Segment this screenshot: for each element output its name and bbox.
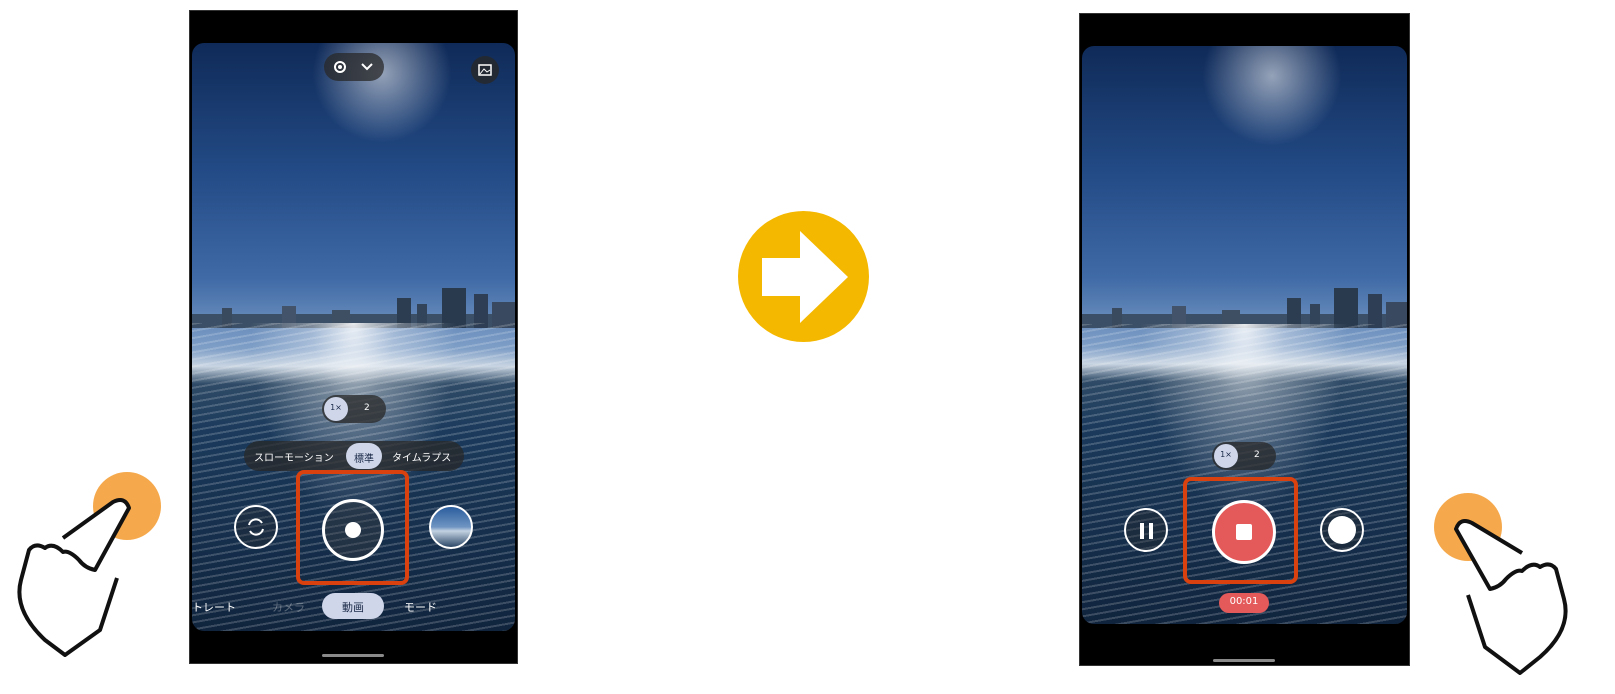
mode-more[interactable]: モード: [404, 599, 437, 615]
zoom-2x-button[interactable]: 2: [364, 403, 370, 413]
switch-camera-icon: [248, 518, 264, 536]
switch-camera-button[interactable]: [234, 505, 278, 549]
zoom-control: 1× 2: [1212, 442, 1276, 470]
city-skyline: [192, 288, 515, 328]
city-skyline: [1082, 288, 1407, 328]
mode-camera[interactable]: カメラ: [272, 599, 305, 615]
snapshot-icon: [1328, 516, 1356, 544]
arrow-right-icon: [762, 231, 848, 323]
mode-video[interactable]: 動画: [322, 593, 384, 619]
snapshot-button[interactable]: [1320, 508, 1364, 552]
pause-icon: [1140, 523, 1154, 539]
home-indicator: [1213, 659, 1275, 662]
zoom-1x-button[interactable]: 1×: [324, 397, 348, 421]
slow-motion-option[interactable]: スローモーション: [254, 449, 334, 464]
gallery-button[interactable]: [471, 56, 499, 84]
tap-hand-left-icon: [17, 472, 161, 657]
highlight-frame-record: [296, 470, 409, 585]
mode-portrait[interactable]: トレート: [192, 599, 236, 615]
speed-mode-selector: スローモーション 標準 タイムラプス: [244, 441, 464, 471]
zoom-2x-button[interactable]: 2: [1254, 450, 1260, 460]
gear-icon: [334, 61, 346, 73]
tap-hand-right-icon: [1434, 493, 1568, 675]
sun-glare: [1202, 46, 1342, 146]
highlight-frame-stop: [1183, 477, 1298, 584]
gallery-icon: [478, 64, 492, 76]
normal-option[interactable]: 標準: [346, 443, 382, 469]
home-indicator: [322, 654, 384, 657]
timelapse-option[interactable]: タイムラプス: [392, 449, 451, 464]
zoom-1x-button[interactable]: 1×: [1214, 444, 1238, 468]
chevron-down-icon: [361, 63, 373, 71]
recent-media-thumbnail[interactable]: [429, 505, 473, 549]
settings-toggle[interactable]: [324, 53, 384, 81]
zoom-control: 1× 2: [322, 395, 386, 423]
transition-arrow: [738, 211, 869, 342]
recording-timer: 00:01: [1219, 593, 1269, 613]
pause-button[interactable]: [1124, 508, 1168, 552]
